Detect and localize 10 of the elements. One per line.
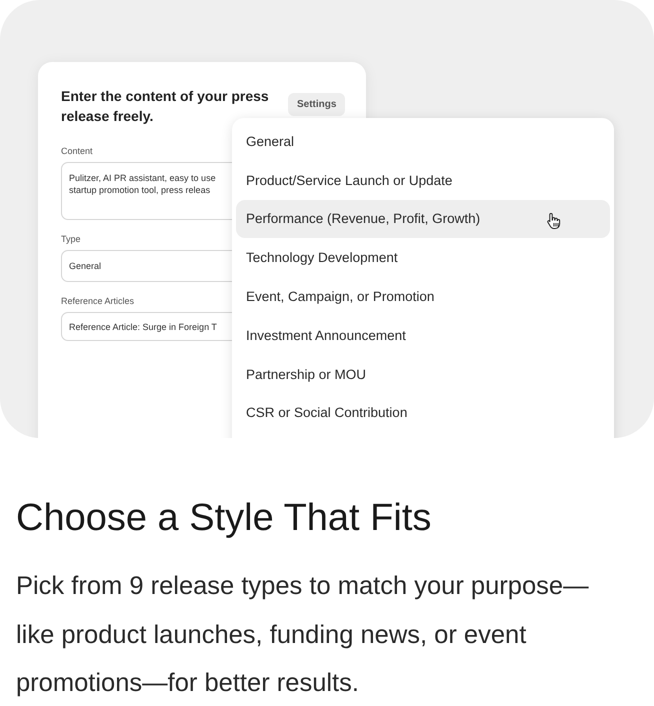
field-label: Type bbox=[61, 234, 81, 244]
hand-cursor-icon bbox=[546, 212, 562, 230]
field-label: Reference Articles bbox=[61, 296, 134, 306]
field-label: Content bbox=[61, 146, 93, 156]
dropdown-option[interactable]: Partnership or MOU bbox=[236, 354, 610, 394]
section-heading: Choose a Style That Fits bbox=[16, 496, 432, 540]
dropdown-option[interactable]: CSR or Social Contribution bbox=[236, 394, 610, 432]
dropdown-option[interactable]: Performance (Revenue, Profit, Growth) bbox=[236, 200, 610, 238]
section-description: Pick from 9 release types to match your purpose—like product launches, funding news, or event promotions—for better results. bbox=[16, 571, 590, 699]
settings-button[interactable]: Settings bbox=[288, 93, 346, 116]
